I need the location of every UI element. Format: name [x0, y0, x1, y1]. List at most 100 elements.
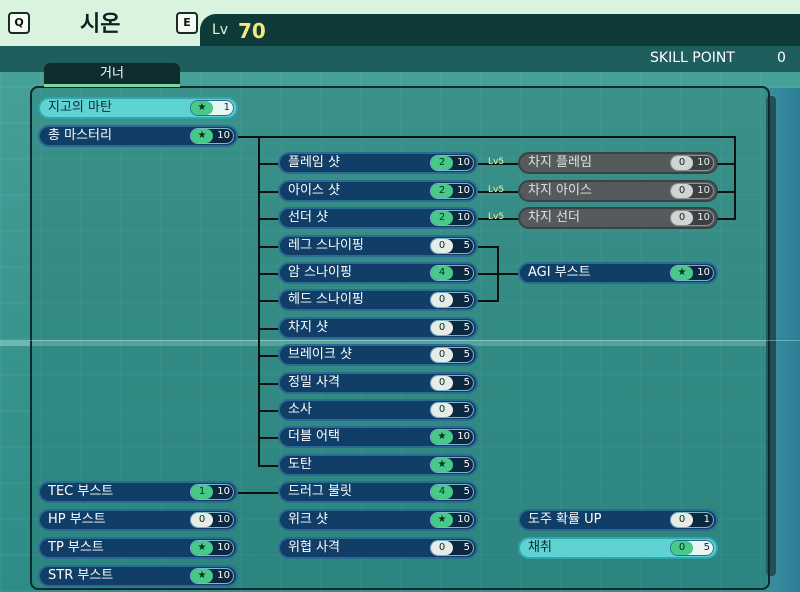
- skill-level-current: 0: [431, 321, 453, 335]
- requirement-label: Lv5: [488, 212, 505, 222]
- skill-name: 소사: [288, 402, 312, 417]
- skill-level: 1 10: [190, 484, 234, 500]
- skill-name: 암 스나이핑: [288, 265, 352, 280]
- skill-level-max: 10: [697, 212, 710, 223]
- skill-node-locked[interactable]: 차지 아이스 0 10: [518, 180, 718, 202]
- skill-level-max: 5: [463, 404, 470, 415]
- skill-level-max: 5: [463, 240, 470, 251]
- skill-level-current: 2: [431, 211, 453, 225]
- skill-level-current: 0: [431, 239, 453, 253]
- skill-node[interactable]: 정밀 사격 0 5: [278, 372, 478, 394]
- skill-level: ★ 10: [430, 429, 474, 445]
- skill-node[interactable]: 드러그 불릿 4 5: [278, 481, 478, 503]
- skill-name: 레그 스나이핑: [288, 238, 364, 253]
- skill-name: 정밀 사격: [288, 375, 340, 390]
- skill-node[interactable]: 위협 사격 0 5: [278, 537, 478, 559]
- skill-level: 2 10: [430, 155, 474, 171]
- skill-node[interactable]: 브레이크 샷 05: [278, 344, 478, 366]
- skill-node[interactable]: 지고의 마탄 ★ 1: [38, 97, 238, 119]
- skill-node[interactable]: 선더 샷 2 10: [278, 207, 478, 229]
- skill-name: TP 부스트: [48, 540, 104, 555]
- key-e-icon[interactable]: E: [176, 12, 198, 34]
- skill-name: 지고의 마탄: [48, 100, 112, 115]
- skill-node-locked[interactable]: 차지 플레임 0 10: [518, 152, 718, 174]
- skill-level: 05: [430, 375, 474, 391]
- skill-node[interactable]: TP 부스트 ★ 10: [38, 537, 238, 559]
- star-icon: ★: [191, 101, 213, 115]
- skill-level-max: 10: [697, 185, 710, 196]
- skill-level-max: 10: [457, 185, 470, 196]
- skill-node-locked[interactable]: 차지 선더 0 10: [518, 207, 718, 229]
- skill-node[interactable]: 소사 0 5: [278, 399, 478, 421]
- skill-name: 채취: [528, 540, 552, 555]
- skill-node[interactable]: 더블 어택 ★ 10: [278, 426, 478, 448]
- skill-node[interactable]: 아이스 샷 2 10: [278, 180, 478, 202]
- connector: [258, 163, 280, 165]
- skill-node[interactable]: 도주 확률 UP 0 1: [518, 509, 718, 531]
- skill-node-selected[interactable]: 채취 0 5: [518, 537, 718, 559]
- skill-node[interactable]: 암 스나이핑 4 5: [278, 262, 478, 284]
- skill-node[interactable]: 헤드 스나이핑 0 5: [278, 289, 478, 311]
- connector: [258, 328, 280, 330]
- panel-divider: [30, 340, 800, 341]
- star-icon: ★: [671, 266, 693, 280]
- star-icon: ★: [191, 569, 213, 583]
- requirement-label: Lv5: [488, 157, 505, 167]
- connector: [258, 300, 280, 302]
- skill-name: 아이스 샷: [288, 183, 340, 198]
- skill-level: ★ 10: [190, 128, 234, 144]
- skill-node[interactable]: 레그 스나이핑 0 5: [278, 235, 478, 257]
- skill-node[interactable]: HP 부스트 0 10: [38, 509, 238, 531]
- skill-level-max: 5: [463, 459, 470, 470]
- skill-level: 05: [430, 238, 474, 254]
- skill-node[interactable]: STR 부스트 ★ 10: [38, 565, 238, 587]
- skill-level: 05: [670, 540, 714, 556]
- skill-level: 05: [430, 320, 474, 336]
- connector: [716, 218, 736, 220]
- key-q-icon[interactable]: Q: [8, 12, 30, 34]
- requirement-label: Lv5: [488, 185, 505, 195]
- skill-level-current: 2: [431, 184, 453, 198]
- skill-node[interactable]: 차지 샷 05: [278, 317, 478, 339]
- skill-level: 05: [430, 402, 474, 418]
- skill-name: 차지 선더: [528, 210, 580, 225]
- skill-level-max: 10: [457, 431, 470, 442]
- skill-level: 2 10: [430, 183, 474, 199]
- skill-name: 헤드 스나이핑: [288, 292, 364, 307]
- skill-name: 차지 샷: [288, 320, 329, 335]
- skill-node[interactable]: AGI 부스트 ★ 10: [518, 262, 718, 284]
- skill-node[interactable]: 도탄 ★ 5: [278, 454, 478, 476]
- connector: [258, 218, 280, 220]
- skill-name: 플레임 샷: [288, 155, 340, 170]
- level-value: 70: [238, 19, 266, 43]
- skill-node[interactable]: 위크 샷 ★ 10: [278, 509, 478, 531]
- star-icon: ★: [191, 541, 213, 555]
- skill-level-current: 0: [431, 348, 453, 362]
- connector: [258, 465, 280, 467]
- skill-level-current: 4: [431, 266, 453, 280]
- skill-level: ★ 10: [670, 265, 714, 281]
- level-label: Lv: [212, 22, 229, 38]
- skill-level-current: 0: [431, 376, 453, 390]
- connector: [258, 191, 280, 193]
- skill-level-max: 1: [223, 102, 230, 113]
- skill-node[interactable]: 총 마스터리 ★ 10: [38, 125, 238, 147]
- skill-level: 0 10: [670, 155, 714, 171]
- skill-name: 도주 확률 UP: [528, 512, 602, 527]
- skill-name: 위크 샷: [288, 512, 329, 527]
- skill-level: ★ 10: [190, 568, 234, 584]
- skill-node[interactable]: TEC 부스트 1 10: [38, 481, 238, 503]
- connector: [258, 273, 280, 275]
- skill-level: 2 10: [430, 210, 474, 226]
- star-icon: ★: [431, 430, 453, 444]
- skill-node[interactable]: 플레임 샷 2 10: [278, 152, 478, 174]
- connector: [716, 191, 736, 193]
- connector: [497, 246, 499, 302]
- skill-name: 브레이크 샷: [288, 347, 352, 362]
- star-icon: ★: [431, 458, 453, 472]
- skill-level-max: 5: [463, 377, 470, 388]
- tab-gunner[interactable]: 거너: [44, 63, 180, 87]
- skill-level-max: 5: [703, 542, 710, 553]
- skill-level: 0 10: [670, 210, 714, 226]
- connector: [478, 300, 498, 302]
